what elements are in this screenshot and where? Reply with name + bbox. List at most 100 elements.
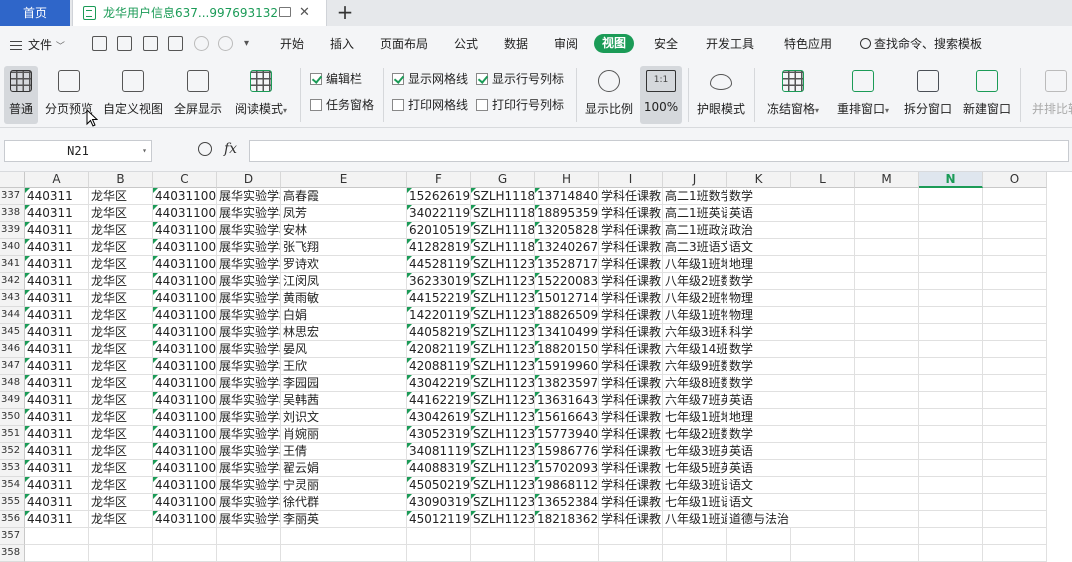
cell-l[interactable] — [791, 511, 855, 528]
row-header[interactable]: 348 — [0, 375, 25, 392]
cell-h[interactable]: 136316434 — [535, 392, 599, 409]
cell-f[interactable] — [407, 528, 471, 545]
cell-c[interactable]: 440311008 — [153, 477, 217, 494]
cell-g[interactable]: SZLH1123 — [471, 460, 535, 477]
cell-f[interactable]: 420821199 — [407, 341, 471, 358]
cell-g[interactable]: SZLH1123 — [471, 426, 535, 443]
cell-b[interactable] — [89, 545, 153, 562]
row-header[interactable]: 341 — [0, 256, 25, 273]
cell-m[interactable] — [855, 443, 919, 460]
column-header-c[interactable]: C — [153, 172, 217, 188]
cell-d[interactable]: 展华实验学校 — [217, 426, 281, 443]
cell-n[interactable] — [919, 256, 983, 273]
cell-b[interactable]: 龙华区 — [89, 256, 153, 273]
cell-g[interactable]: SZLH1123 — [471, 324, 535, 341]
side-by-side-button[interactable]: 并排比较 — [1028, 66, 1072, 124]
row-header[interactable]: 347 — [0, 358, 25, 375]
row-header[interactable]: 345 — [0, 324, 25, 341]
cell-k[interactable]: 科学 — [727, 324, 791, 341]
cell-o[interactable] — [983, 222, 1047, 239]
cell-o[interactable] — [983, 511, 1047, 528]
cell-i[interactable]: 学科任课教师 — [599, 324, 663, 341]
row-header[interactable]: 353 — [0, 460, 25, 477]
menu-review[interactable]: 审阅 — [554, 36, 578, 53]
eye-protection-button[interactable]: 护眼模式 — [694, 66, 748, 124]
print-gridlines-checkbox[interactable]: 打印网格线 — [392, 98, 468, 112]
cell-h[interactable] — [535, 528, 599, 545]
cell-h[interactable]: 132058286 — [535, 222, 599, 239]
cell-c[interactable]: 440311008 — [153, 409, 217, 426]
column-header-m[interactable]: M — [855, 172, 919, 188]
cell-n[interactable] — [919, 545, 983, 562]
cell-e[interactable]: 凤芳 — [281, 205, 407, 222]
cell-o[interactable] — [983, 426, 1047, 443]
cell-j[interactable]: 七年级3班英语 — [663, 443, 727, 460]
cell-l[interactable] — [791, 409, 855, 426]
zoom-icon[interactable] — [198, 142, 212, 156]
cell-a[interactable] — [25, 528, 89, 545]
cell-o[interactable] — [983, 460, 1047, 477]
cell-h[interactable]: 137148402 — [535, 188, 599, 205]
freeze-panes-button[interactable]: 冻结窗格▾ — [762, 66, 824, 124]
cell-n[interactable] — [919, 324, 983, 341]
cell-c[interactable]: 440311008 — [153, 324, 217, 341]
cell-m[interactable] — [855, 256, 919, 273]
cell-g[interactable]: SZLH1123 — [471, 290, 535, 307]
cell-o[interactable] — [983, 358, 1047, 375]
cell-i[interactable]: 学科任课教师 — [599, 443, 663, 460]
print-headers-checkbox[interactable]: 打印行号列标 — [476, 98, 564, 112]
cell-d[interactable]: 展华实验学校 — [217, 460, 281, 477]
cell-k[interactable]: 语文 — [727, 477, 791, 494]
cell-n[interactable] — [919, 273, 983, 290]
cell-c[interactable]: 440311008 — [153, 460, 217, 477]
command-search[interactable]: 查找命令、搜索模板 — [860, 36, 982, 53]
cell-l[interactable] — [791, 443, 855, 460]
menu-data[interactable]: 数据 — [504, 36, 528, 53]
column-header-k[interactable]: K — [727, 172, 791, 188]
menu-page-layout[interactable]: 页面布局 — [380, 36, 428, 53]
cell-c[interactable]: 440311008 — [153, 341, 217, 358]
reading-mode-button[interactable]: 阅读模式▾ — [230, 66, 292, 124]
print-icon[interactable] — [143, 36, 158, 51]
cell-j[interactable]: 七年级1班地理 — [663, 409, 727, 426]
cell-c[interactable]: 440311008 — [153, 375, 217, 392]
cell-n[interactable] — [919, 239, 983, 256]
cell-k[interactable]: 物理 — [727, 307, 791, 324]
cell-m[interactable] — [855, 273, 919, 290]
cell-c[interactable]: 440311008 — [153, 239, 217, 256]
cell-e[interactable]: 李园园 — [281, 375, 407, 392]
split-window-button[interactable]: 拆分窗口 — [900, 66, 956, 124]
cell-a[interactable]: 440311 — [25, 409, 89, 426]
cell-c[interactable]: 440311008 — [153, 443, 217, 460]
cell-o[interactable] — [983, 205, 1047, 222]
cell-h[interactable]: 138235973 — [535, 375, 599, 392]
cell-l[interactable] — [791, 188, 855, 205]
cell-d[interactable]: 展华实验学校 — [217, 409, 281, 426]
cell-c[interactable]: 440311008 — [153, 188, 217, 205]
cell-h[interactable]: 134104996 — [535, 324, 599, 341]
cell-j[interactable]: 八年级2班数学 — [663, 273, 727, 290]
cell-e[interactable]: 翟云娟 — [281, 460, 407, 477]
menu-developer[interactable]: 开发工具 — [706, 36, 754, 53]
cell-d[interactable]: 展华实验学校 — [217, 358, 281, 375]
cell-e[interactable]: 林思宏 — [281, 324, 407, 341]
cell-b[interactable]: 龙华区 — [89, 188, 153, 205]
cell-i[interactable]: 学科任课教师 — [599, 222, 663, 239]
cell-i[interactable]: 学科任课教师 — [599, 511, 663, 528]
cell-i[interactable]: 学科任课教师 — [599, 256, 663, 273]
cell-l[interactable] — [791, 324, 855, 341]
normal-view-button[interactable]: 普通 — [4, 66, 38, 124]
cell-i[interactable]: 学科任课教师 — [599, 477, 663, 494]
cell-b[interactable]: 龙华区 — [89, 341, 153, 358]
cell-j[interactable]: 高二1班政治 — [663, 222, 727, 239]
cell-f[interactable]: 430426199 — [407, 409, 471, 426]
column-header-d[interactable]: D — [217, 172, 281, 188]
cell-b[interactable] — [89, 528, 153, 545]
cell-f[interactable]: 450502199 — [407, 477, 471, 494]
cell-h[interactable]: 198681124 — [535, 477, 599, 494]
cell-m[interactable] — [855, 222, 919, 239]
cell-m[interactable] — [855, 409, 919, 426]
cell-j[interactable]: 八年级1班道德与法治 — [663, 511, 727, 528]
cell-a[interactable]: 440311 — [25, 324, 89, 341]
cell-g[interactable] — [471, 528, 535, 545]
